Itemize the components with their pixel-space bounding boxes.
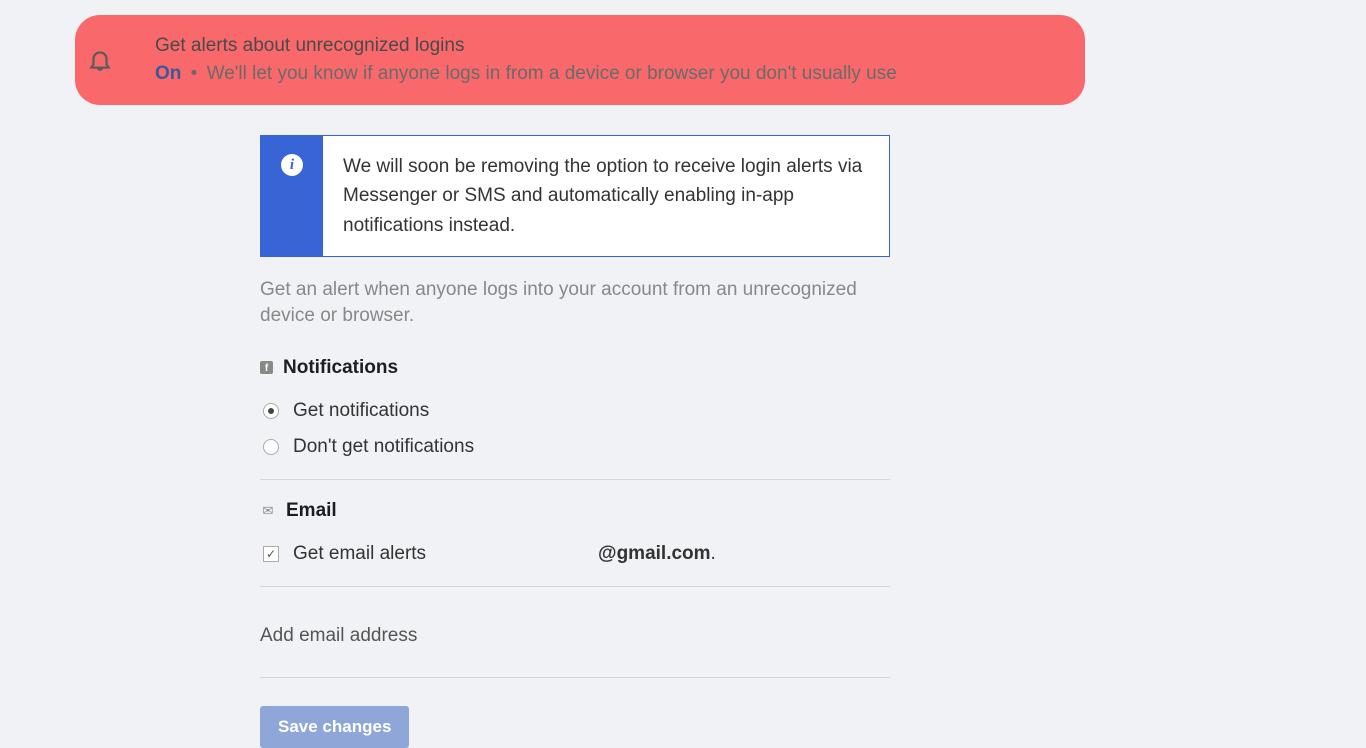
divider [260,479,890,480]
envelope-icon: ✉ [260,503,276,519]
info-box: i We will soon be removing the option to… [260,135,890,257]
radio-dont-get-notifications[interactable] [263,439,279,455]
radio-get-label: Get notifications [293,400,429,422]
divider [260,586,890,587]
save-changes-button[interactable]: Save changes [260,706,409,748]
add-email-address-link[interactable]: Add email address [260,607,890,665]
email-address: @gmail.com [598,543,711,564]
info-text: We will soon be removing the option to r… [323,136,889,256]
notifications-title: Notifications [283,357,398,379]
info-sidebar: i [261,136,323,256]
checkbox-email-alerts[interactable]: ✓ [263,546,279,562]
login-alerts-banner[interactable]: Get alerts about unrecognized logins On … [75,15,1085,105]
banner-separator: • [191,63,198,84]
bell-icon [87,47,113,78]
banner-title: Get alerts about unrecognized logins [155,35,897,57]
radio-dont-get-notifications-row[interactable]: Don't get notifications [260,429,890,465]
info-icon: i [281,154,303,176]
settings-panel: i We will soon be removing the option to… [260,135,890,748]
email-title: Email [286,500,337,522]
radio-get-notifications[interactable] [263,403,279,419]
banner-status: On [155,63,181,84]
facebook-icon: f [260,361,273,374]
email-checkbox-row[interactable]: ✓ Get email alerts @gmail.com. [260,536,890,572]
checkbox-email-label: Get email alerts [293,543,426,565]
radio-get-notifications-row[interactable]: Get notifications [260,393,890,429]
email-period: . [711,543,716,564]
panel-description: Get an alert when anyone logs into your … [260,277,890,328]
divider [260,677,890,678]
radio-dont-label: Don't get notifications [293,436,474,458]
banner-description: We'll let you know if anyone logs in fro… [207,63,897,84]
